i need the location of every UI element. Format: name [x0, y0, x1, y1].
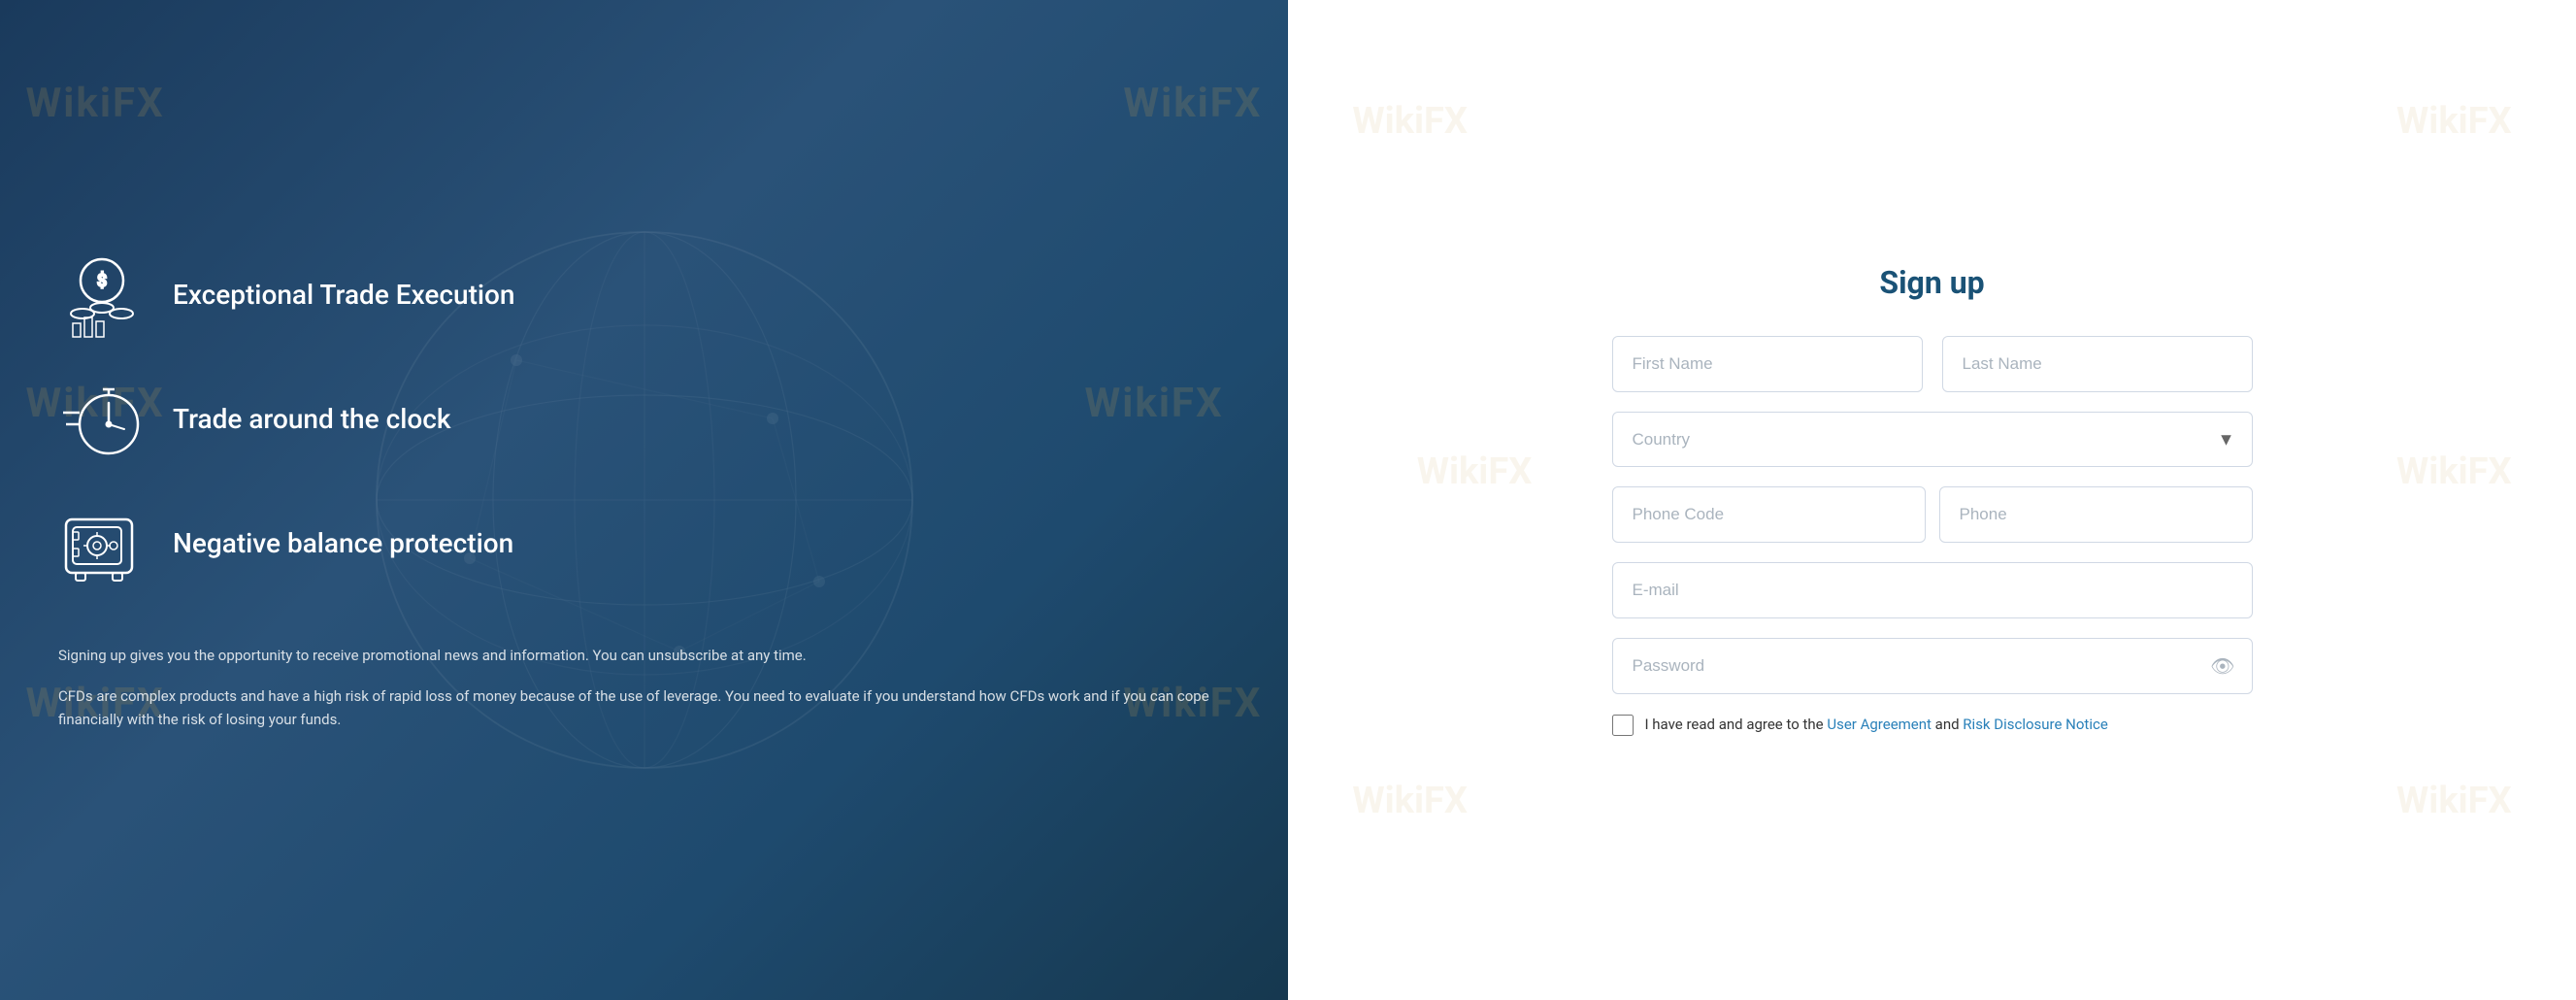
risk-disclosure-link[interactable]: Risk Disclosure Notice: [1963, 716, 2108, 733]
last-name-group: [1942, 336, 2253, 392]
agreement-row: I have read and agree to the User Agreem…: [1612, 714, 2253, 736]
right-panel: WikiFX WikiFX WikiFX WikiFX WikiFX WikiF…: [1288, 0, 2576, 1000]
wm-right-4: WikiFX: [2396, 450, 2512, 493]
agreement-and: and: [1932, 716, 1963, 733]
signup-form: Sign up Country ▼: [1612, 264, 2253, 736]
wm-right-2: WikiFX: [2396, 100, 2512, 143]
feature-exceptional-trade: $ Exceptional Trade Execution: [58, 251, 1230, 339]
phone-row: [1612, 486, 2253, 543]
wm-right-3: WikiFX: [1417, 450, 1533, 493]
country-row: Country ▼: [1612, 412, 2253, 467]
features-list: $ Exceptional Trade Execution: [58, 251, 1230, 624]
country-group: Country ▼: [1612, 412, 2253, 467]
feature-trade-clock: Trade around the clock: [58, 376, 1230, 463]
disclaimer-promo: Signing up gives you the opportunity to …: [58, 644, 1230, 667]
password-group: 👁: [1612, 638, 2253, 694]
exceptional-trade-label: Exceptional Trade Execution: [173, 278, 515, 313]
signup-title: Sign up: [1612, 264, 2253, 301]
email-group: [1612, 562, 2253, 618]
trade-clock-label: Trade around the clock: [173, 402, 450, 437]
agreement-label: I have read and agree to the User Agreem…: [1645, 714, 2108, 736]
vault-icon: [58, 500, 146, 587]
wm-right-6: WikiFX: [2396, 780, 2512, 822]
watermark-1: WikiFX: [26, 80, 165, 127]
watermark-2: WikiFX: [1123, 80, 1262, 127]
first-name-group: [1612, 336, 1923, 392]
password-input[interactable]: [1612, 638, 2253, 694]
last-name-input[interactable]: [1942, 336, 2253, 392]
country-select[interactable]: Country: [1612, 412, 2253, 467]
left-panel: WikiFX WikiFX WikiFX WikiFX WikiFX WikiF…: [0, 0, 1288, 1000]
negative-balance-label: Negative balance protection: [173, 526, 513, 561]
first-name-input[interactable]: [1612, 336, 1923, 392]
feature-negative-balance: Negative balance protection: [58, 500, 1230, 587]
email-row: [1612, 562, 2253, 618]
clock-icon: [58, 376, 146, 463]
phone-input[interactable]: [1939, 486, 2253, 543]
disclaimer-section: Signing up gives you the opportunity to …: [58, 644, 1230, 749]
agreement-checkbox[interactable]: [1612, 715, 1634, 736]
name-row: [1612, 336, 2253, 392]
email-input[interactable]: [1612, 562, 2253, 618]
password-row: 👁: [1612, 638, 2253, 694]
chart-icon: $: [58, 251, 146, 339]
wm-right-1: WikiFX: [1352, 100, 1468, 143]
disclaimer-cfds: CFDs are complex products and have a hig…: [58, 684, 1230, 731]
wm-right-5: WikiFX: [1352, 780, 1468, 822]
agreement-prefix: I have read and agree to the: [1645, 716, 1828, 733]
phone-code-input[interactable]: [1612, 486, 1926, 543]
phone-code-group: [1612, 486, 1926, 543]
eye-icon[interactable]: 👁: [2210, 654, 2234, 678]
svg-text:$: $: [97, 271, 107, 291]
phone-number-group: [1939, 486, 2253, 543]
user-agreement-link[interactable]: User Agreement: [1827, 716, 1932, 733]
